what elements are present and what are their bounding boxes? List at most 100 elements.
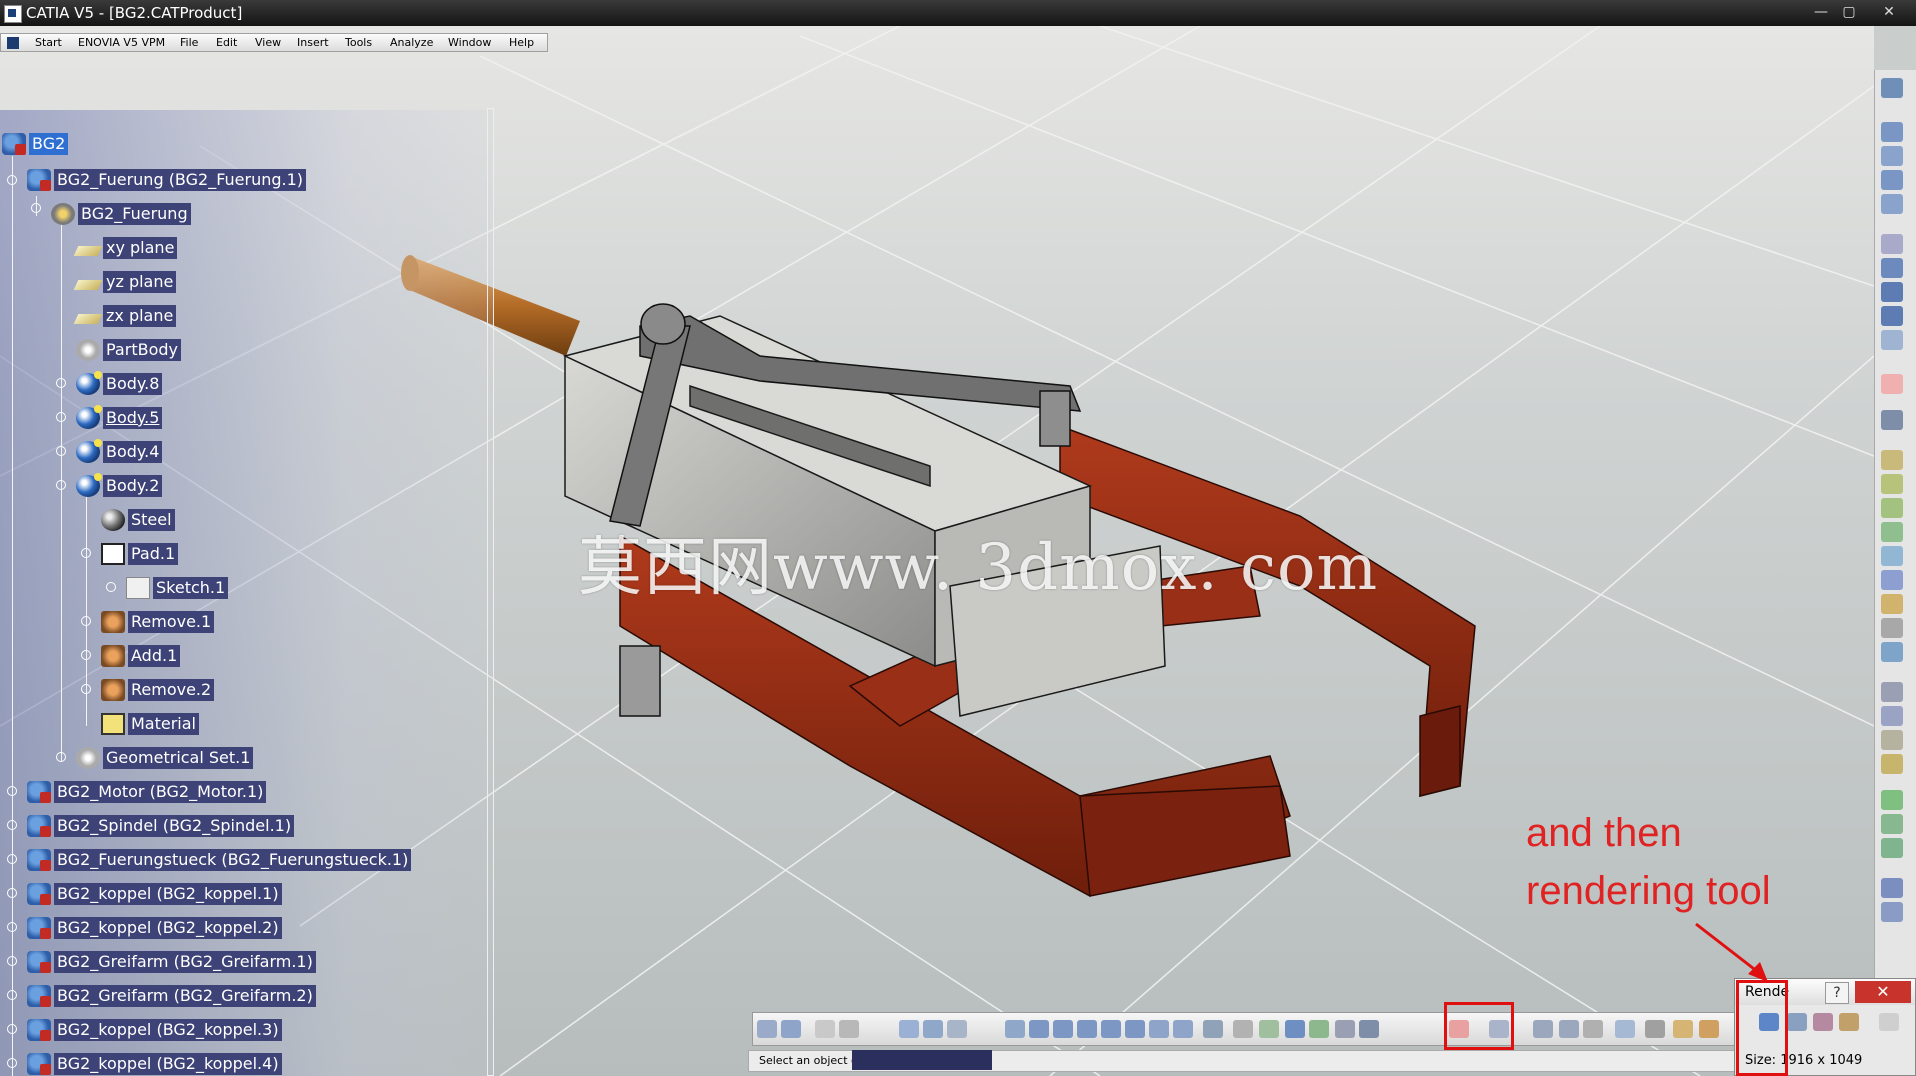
tool-icon[interactable]	[1881, 878, 1903, 898]
close-button[interactable]: ✕	[1876, 2, 1902, 22]
constraint-icon[interactable]	[1881, 450, 1903, 470]
analysis-icon[interactable]	[1881, 730, 1903, 750]
tree-node-label[interactable]: BG2_koppel (BG2_koppel.4)	[54, 1053, 282, 1075]
expand-toggle[interactable]	[31, 203, 41, 213]
tree-node[interactable]: Geometrical Set.1	[76, 746, 254, 770]
zoom-in-icon[interactable]	[1101, 1020, 1121, 1038]
tree-node-label[interactable]: BG2_koppel (BG2_koppel.1)	[54, 883, 282, 905]
menu-enovia[interactable]: ENOVIA V5 VPM	[78, 36, 165, 49]
tree-node-label[interactable]: BG2_Greifarm (BG2_Greifarm.1)	[54, 951, 316, 973]
tree-node[interactable]: zx plane	[73, 304, 177, 328]
tool-icon[interactable]	[1583, 1020, 1603, 1038]
constraint-icon[interactable]	[1881, 618, 1903, 638]
expand-toggle[interactable]	[81, 684, 91, 694]
tree-node[interactable]: Steel	[101, 508, 175, 532]
tree-node-label[interactable]: BG2_Fuerung	[78, 203, 191, 225]
expand-toggle[interactable]	[81, 650, 91, 660]
expand-toggle[interactable]	[7, 956, 17, 966]
tree-node-label[interactable]: BG2_Fuerung (BG2_Fuerung.1)	[54, 169, 307, 191]
expand-toggle[interactable]	[81, 548, 91, 558]
view-icon[interactable]	[1203, 1020, 1223, 1038]
tree-node[interactable]: BG2_Greifarm (BG2_Greifarm.2)	[27, 984, 316, 1008]
menu-file[interactable]: File	[180, 36, 198, 49]
help-button[interactable]: ?	[1825, 982, 1849, 1004]
constraint-icon[interactable]	[1881, 498, 1903, 518]
tree-node[interactable]: Body.4	[76, 439, 163, 464]
catalog-icon[interactable]	[1881, 838, 1903, 858]
constraint-icon[interactable]	[1881, 522, 1903, 542]
tree-node-label[interactable]: Body.2	[103, 475, 163, 497]
tree-node-label[interactable]: zx plane	[103, 305, 177, 327]
constraint-icon[interactable]	[1881, 594, 1903, 614]
tree-scrollbar[interactable]	[487, 108, 494, 1076]
menu-analyze[interactable]: Analyze	[390, 36, 433, 49]
expand-toggle[interactable]	[56, 378, 66, 388]
expand-toggle[interactable]	[56, 412, 66, 422]
analysis-icon[interactable]	[1881, 682, 1903, 702]
menu-edit[interactable]: Edit	[216, 36, 237, 49]
tree-node[interactable]: BG2_Fuerung	[51, 202, 191, 226]
constraint-icon[interactable]	[1881, 570, 1903, 590]
tree-node-label[interactable]: Pad.1	[128, 543, 179, 565]
pan-icon[interactable]	[1053, 1020, 1073, 1038]
tree-node-label[interactable]: BG2_Motor (BG2_Motor.1)	[54, 781, 267, 803]
analysis-icon[interactable]	[1881, 754, 1903, 774]
tree-node-label[interactable]: BG2_Greifarm (BG2_Greifarm.2)	[54, 985, 316, 1007]
expand-toggle[interactable]	[7, 175, 17, 185]
normal-view-icon[interactable]	[1149, 1020, 1169, 1038]
tree-node[interactable]: BG2_koppel (BG2_koppel.2)	[27, 916, 282, 940]
tree-node[interactable]: BG2_Spindel (BG2_Spindel.1)	[27, 814, 295, 838]
product-tool-icon[interactable]	[1881, 194, 1903, 214]
tree-node-label[interactable]: xy plane	[103, 237, 178, 259]
render-camera-icon[interactable]	[1839, 1013, 1859, 1031]
tree-node[interactable]: Remove.1	[101, 610, 215, 634]
tool-icon[interactable]	[947, 1020, 967, 1038]
tree-node-label[interactable]: PartBody	[103, 339, 181, 361]
expand-toggle[interactable]	[7, 1058, 17, 1068]
tree-root-label[interactable]: BG2	[29, 133, 69, 155]
tree-node-label[interactable]: Remove.1	[128, 611, 215, 633]
tree-node[interactable]: Material	[101, 712, 199, 736]
expand-toggle[interactable]	[7, 786, 17, 796]
table-icon[interactable]	[899, 1020, 919, 1038]
expand-toggle[interactable]	[7, 888, 17, 898]
expand-toggle[interactable]	[81, 616, 91, 626]
tree-node[interactable]: Sketch.1	[126, 576, 229, 600]
redo-icon[interactable]	[781, 1020, 801, 1038]
tree-node-label[interactable]: BG2_Spindel (BG2_Spindel.1)	[54, 815, 295, 837]
constraint-icon[interactable]	[1881, 546, 1903, 566]
tree-node[interactable]: yz plane	[73, 270, 177, 294]
menu-window[interactable]: Window	[448, 36, 491, 49]
product-tool-icon[interactable]	[1881, 146, 1903, 166]
expand-toggle[interactable]	[106, 582, 116, 592]
constraint-icon[interactable]	[1881, 474, 1903, 494]
menu-insert[interactable]: Insert	[297, 36, 329, 49]
snap-icon[interactable]	[1881, 306, 1903, 326]
tree-node-label[interactable]: Body.4	[103, 441, 163, 463]
menu-view[interactable]: View	[255, 36, 281, 49]
catalog-icon[interactable]	[1881, 790, 1903, 810]
tree-node-label[interactable]: Geometrical Set.1	[103, 747, 254, 769]
measure-icon[interactable]	[1359, 1020, 1379, 1038]
tree-node-label[interactable]: BG2_Fuerungstueck (BG2_Fuerungstueck.1)	[54, 849, 412, 871]
save-icon[interactable]	[1879, 1013, 1899, 1031]
tree-node[interactable]: Body.2	[76, 473, 163, 498]
tree-node[interactable]: BG2_koppel (BG2_koppel.4)	[27, 1052, 282, 1076]
tool-icon[interactable]	[1615, 1020, 1635, 1038]
catalog-icon[interactable]	[923, 1020, 943, 1038]
constraint-icon[interactable]	[1881, 642, 1903, 662]
render-close-button[interactable]: ✕	[1855, 981, 1911, 1003]
tree-node-label[interactable]: Remove.2	[128, 679, 215, 701]
tree-node[interactable]: Body.8	[76, 371, 163, 396]
analysis-icon[interactable]	[1881, 706, 1903, 726]
render-gallery-icon[interactable]	[1813, 1013, 1833, 1031]
undo-icon[interactable]	[757, 1020, 777, 1038]
tool-icon[interactable]	[1533, 1020, 1553, 1038]
expand-toggle[interactable]	[7, 854, 17, 864]
tree-node-label[interactable]: BG2_koppel (BG2_koppel.2)	[54, 917, 282, 939]
product-tool-icon[interactable]	[1881, 170, 1903, 190]
expand-toggle[interactable]	[56, 480, 66, 490]
fit-all-icon[interactable]	[1029, 1020, 1049, 1038]
knowledge-icon[interactable]	[839, 1020, 859, 1038]
render-settings-icon[interactable]	[1787, 1013, 1807, 1031]
